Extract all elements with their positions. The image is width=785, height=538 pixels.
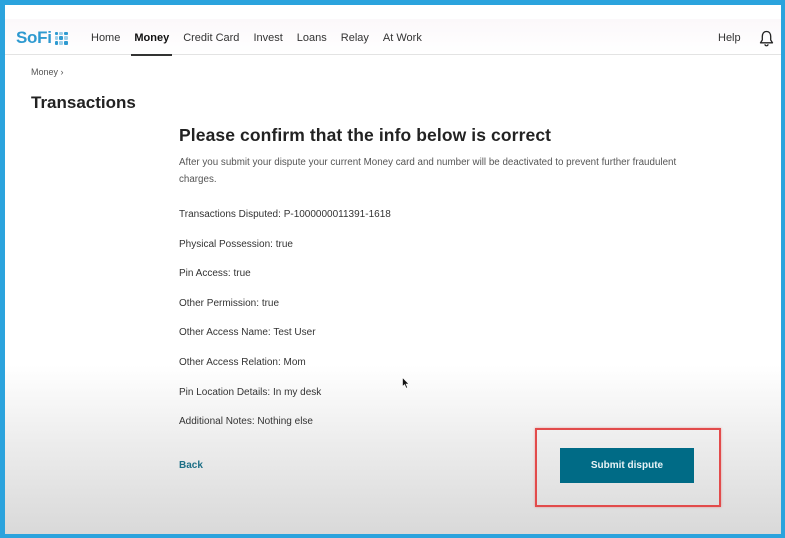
confirm-heading: Please confirm that the info below is co… <box>179 125 552 145</box>
top-navigation-bar: SoFi Home Money Credit Card Invest Loans… <box>5 19 781 57</box>
nav-item-relay[interactable]: Relay <box>334 19 376 55</box>
nav-item-invest[interactable]: Invest <box>246 19 289 55</box>
detail-value: P-1000000011391-1618 <box>283 209 391 220</box>
confirm-dispute-panel: Please confirm that the info below is co… <box>179 123 719 445</box>
nav-item-credit-card[interactable]: Credit Card <box>176 19 246 55</box>
nav-item-loans[interactable]: Loans <box>290 19 334 55</box>
detail-physical-possession: Physical Possession: true <box>179 238 293 250</box>
detail-other-access-relation: Other Access Relation: Mom <box>179 356 306 368</box>
detail-value: Test User <box>273 327 316 339</box>
logo-grid-icon <box>54 31 68 45</box>
logo-text: SoFi <box>16 28 52 47</box>
main-nav: Home Money Credit Card Invest Loans Rela… <box>84 19 429 56</box>
detail-other-permission: Other Permission: true <box>179 297 280 309</box>
bell-icon[interactable] <box>759 30 774 47</box>
detail-other-access-name: Other Access Name: Test User <box>179 327 316 339</box>
detail-value: true <box>261 297 280 309</box>
detail-value: true <box>233 268 251 280</box>
detail-label: Pin Location Details <box>179 386 268 398</box>
detail-pin-location-details: Pin Location Details: In my desk <box>179 386 322 398</box>
breadcrumb: Money › <box>31 67 64 77</box>
detail-value: Mom <box>283 356 306 368</box>
detail-label: Additional Notes <box>179 416 252 428</box>
breadcrumb-separator: › <box>60 67 64 77</box>
detail-label: Other Access Relation <box>179 356 278 368</box>
app-window: SoFi Home Money Credit Card Invest Loans… <box>5 5 781 534</box>
detail-transactions-disputed: Transactions Disputed: P-1000000011391-1… <box>179 209 391 220</box>
sofi-logo[interactable]: SoFi <box>16 28 68 48</box>
detail-label: Physical Possession <box>179 238 271 250</box>
detail-label: Transactions Disputed <box>179 209 279 220</box>
detail-label: Pin Access <box>179 268 228 280</box>
detail-label: Other Access Name <box>179 327 268 339</box>
detail-value: Nothing else <box>257 416 313 428</box>
help-link[interactable]: Help <box>718 19 741 57</box>
nav-item-at-work[interactable]: At Work <box>376 19 429 55</box>
nav-item-money[interactable]: Money <box>127 19 176 56</box>
nav-item-home[interactable]: Home <box>84 19 127 55</box>
breadcrumb-money[interactable]: Money <box>31 67 58 77</box>
back-link[interactable]: Back <box>179 460 203 471</box>
page-title: Transactions <box>31 93 136 112</box>
detail-label: Other Permission <box>179 297 257 309</box>
dispute-details-list: Transactions Disputed: P-1000000011391-1… <box>179 208 719 445</box>
detail-value: true <box>275 238 293 250</box>
submit-dispute-button[interactable]: Submit dispute <box>560 448 694 483</box>
mouse-cursor-icon <box>402 377 410 389</box>
detail-value: In my desk <box>272 386 322 398</box>
confirm-intro-text: After you submit your dispute your curre… <box>179 157 677 185</box>
detail-pin-access: Pin Access: true <box>179 268 251 280</box>
